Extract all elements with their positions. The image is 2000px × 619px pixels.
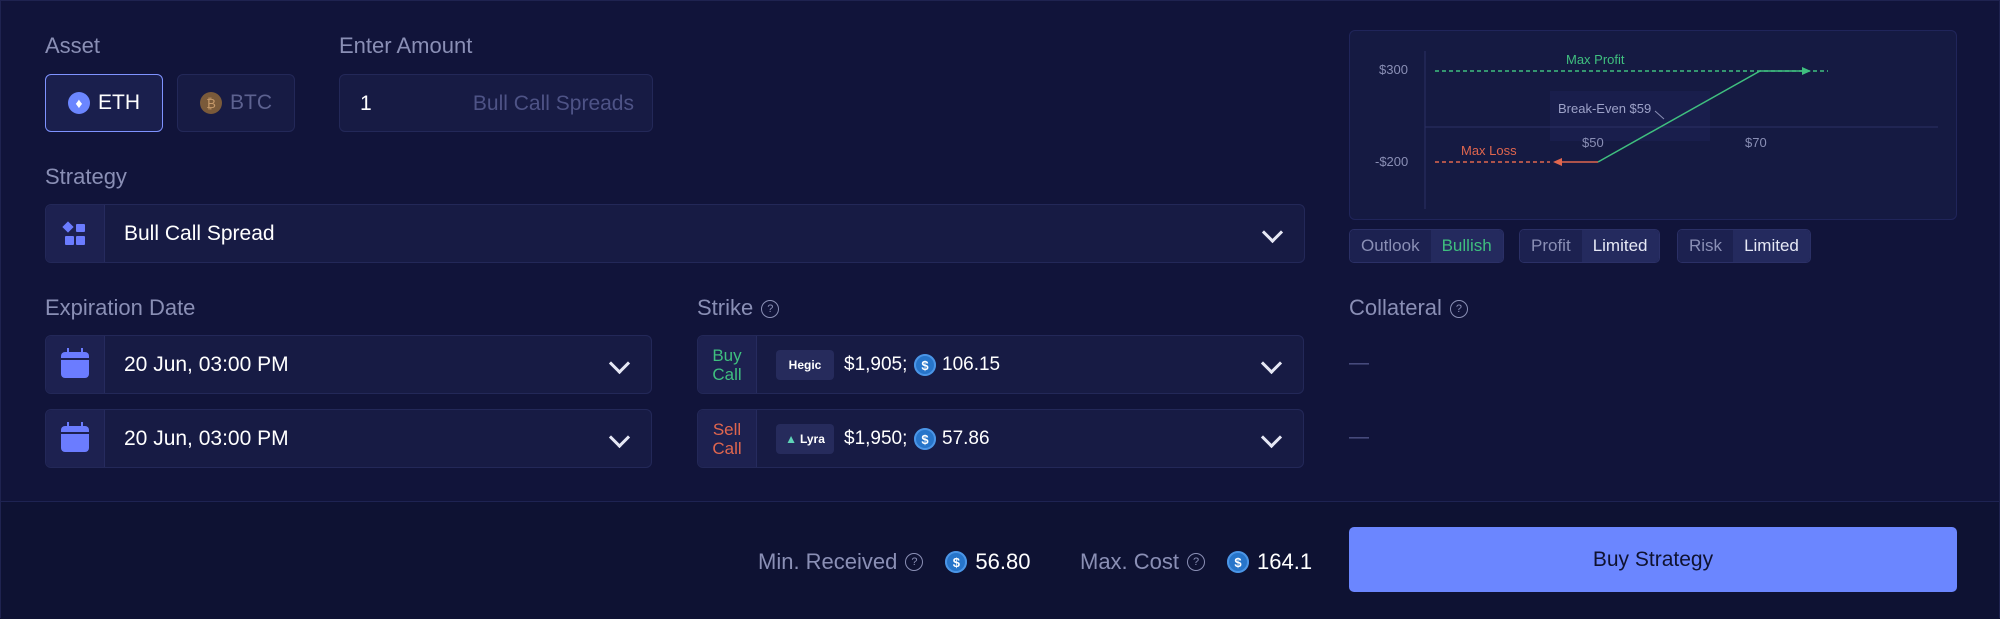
strategy-label: Strategy [45, 164, 127, 189]
risk-value: Limited [1733, 230, 1810, 262]
buy-call-tag: Buy Call [698, 336, 757, 393]
asset-btc-label: BTC [230, 91, 272, 114]
asset-btc-button[interactable]: ₿ BTC [177, 74, 295, 132]
min-received-label: Min. Received [758, 549, 898, 574]
breakeven-label: Break-Even $59 [1558, 101, 1652, 116]
payoff-chart: $300 -$200 $50 $70 Max Profit Max Loss B… [1349, 30, 1957, 220]
y-tick-neg200: -$200 [1375, 154, 1409, 169]
strike-label: Strike? [697, 295, 780, 321]
grid-icon [46, 205, 105, 262]
calendar-icon [61, 347, 89, 378]
help-icon[interactable]: ? [1449, 300, 1468, 319]
outlook-value: Bullish [1430, 230, 1503, 262]
amount-value: 1 [360, 92, 372, 115]
amount-label: Enter Amount [339, 33, 473, 58]
expiration-label: Expiration Date [45, 295, 196, 320]
strategy-value: Bull Call Spread [124, 222, 275, 245]
profit-tag: Profit Limited [1519, 229, 1660, 263]
collateral-value-1: — [1349, 352, 1369, 374]
asset-eth-label: ETH [98, 91, 140, 114]
btc-icon: ₿ [200, 92, 222, 114]
collateral-value-2: — [1349, 426, 1369, 448]
premium-sell: 57.86 [942, 428, 990, 449]
y-tick-300: $300 [1379, 62, 1408, 77]
buy-strategy-button[interactable]: Buy Strategy [1349, 527, 1957, 592]
usdc-icon: $ [1227, 551, 1250, 573]
min-received: Min. Received ? $ 56.80 [758, 549, 1030, 575]
x-tick-70: $70 [1745, 135, 1767, 150]
expiration-date-1: 20 Jun, 03:00 PM [124, 353, 289, 376]
min-received-value: 56.80 [975, 549, 1031, 574]
amount-suffix: Bull Call Spreads [472, 92, 634, 115]
lyra-icon: ▲ [785, 432, 797, 446]
asset-label: Asset [45, 33, 101, 58]
strike-price-sell: $1,950; [844, 428, 908, 449]
arrow-left-icon [1553, 158, 1562, 166]
outlook-tag: Outlook Bullish [1349, 229, 1504, 263]
risk-key: Risk [1678, 230, 1734, 262]
max-cost-label: Max. Cost [1080, 549, 1180, 574]
arrow-right-icon [1802, 67, 1811, 75]
amount-input[interactable]: 1 Bull Call Spreads [339, 74, 653, 132]
strike-select-buy[interactable]: Buy Call Hegic $1,905; $ 106.15 [697, 335, 1304, 394]
eth-icon: ♦ [68, 92, 90, 114]
premium-buy: 106.15 [942, 354, 1001, 375]
help-icon[interactable]: ? [761, 300, 780, 319]
profit-zone [1550, 91, 1710, 141]
lyra-logo: ▲ Lyra [776, 424, 834, 454]
expiration-date-2: 20 Jun, 03:00 PM [124, 427, 289, 450]
help-icon[interactable]: ? [1187, 553, 1206, 571]
strike-select-sell[interactable]: Sell Call ▲ Lyra $1,950; $ 57.86 [697, 409, 1304, 468]
outlook-key: Outlook [1350, 230, 1431, 262]
collateral-label: Collateral? [1349, 295, 1468, 321]
max-profit-label: Max Profit [1566, 52, 1625, 67]
strategy-panel: Asset ♦ ETH ₿ BTC Enter Amount 1 Bull Ca… [0, 0, 2000, 619]
max-cost: Max. Cost ? $ 164.1 [1080, 549, 1312, 575]
expiration-select-1[interactable]: 20 Jun, 03:00 PM [45, 335, 652, 394]
calendar-icon [61, 421, 89, 452]
sell-call-tag: Sell Call [698, 410, 757, 467]
profit-key: Profit [1520, 230, 1582, 262]
chevron-down-icon [1260, 352, 1283, 375]
chevron-down-icon [1260, 426, 1283, 449]
chevron-down-icon [1261, 221, 1284, 244]
strategy-select[interactable]: Bull Call Spread [45, 204, 1305, 263]
usdc-icon: $ [914, 354, 936, 376]
usdc-icon: $ [945, 551, 968, 573]
help-icon[interactable]: ? [905, 553, 924, 571]
usdc-icon: $ [914, 428, 936, 450]
risk-tag: Risk Limited [1677, 229, 1811, 263]
max-loss-label: Max Loss [1461, 143, 1517, 158]
max-cost-value: 164.1 [1257, 549, 1313, 574]
asset-eth-button[interactable]: ♦ ETH [45, 74, 163, 132]
chevron-down-icon [608, 352, 631, 375]
hegic-logo: Hegic [776, 350, 834, 380]
profit-value: Limited [1581, 230, 1659, 262]
expiration-select-2[interactable]: 20 Jun, 03:00 PM [45, 409, 652, 468]
strike-price-buy: $1,905; [844, 354, 908, 375]
chevron-down-icon [608, 426, 631, 449]
x-tick-50: $50 [1582, 135, 1604, 150]
